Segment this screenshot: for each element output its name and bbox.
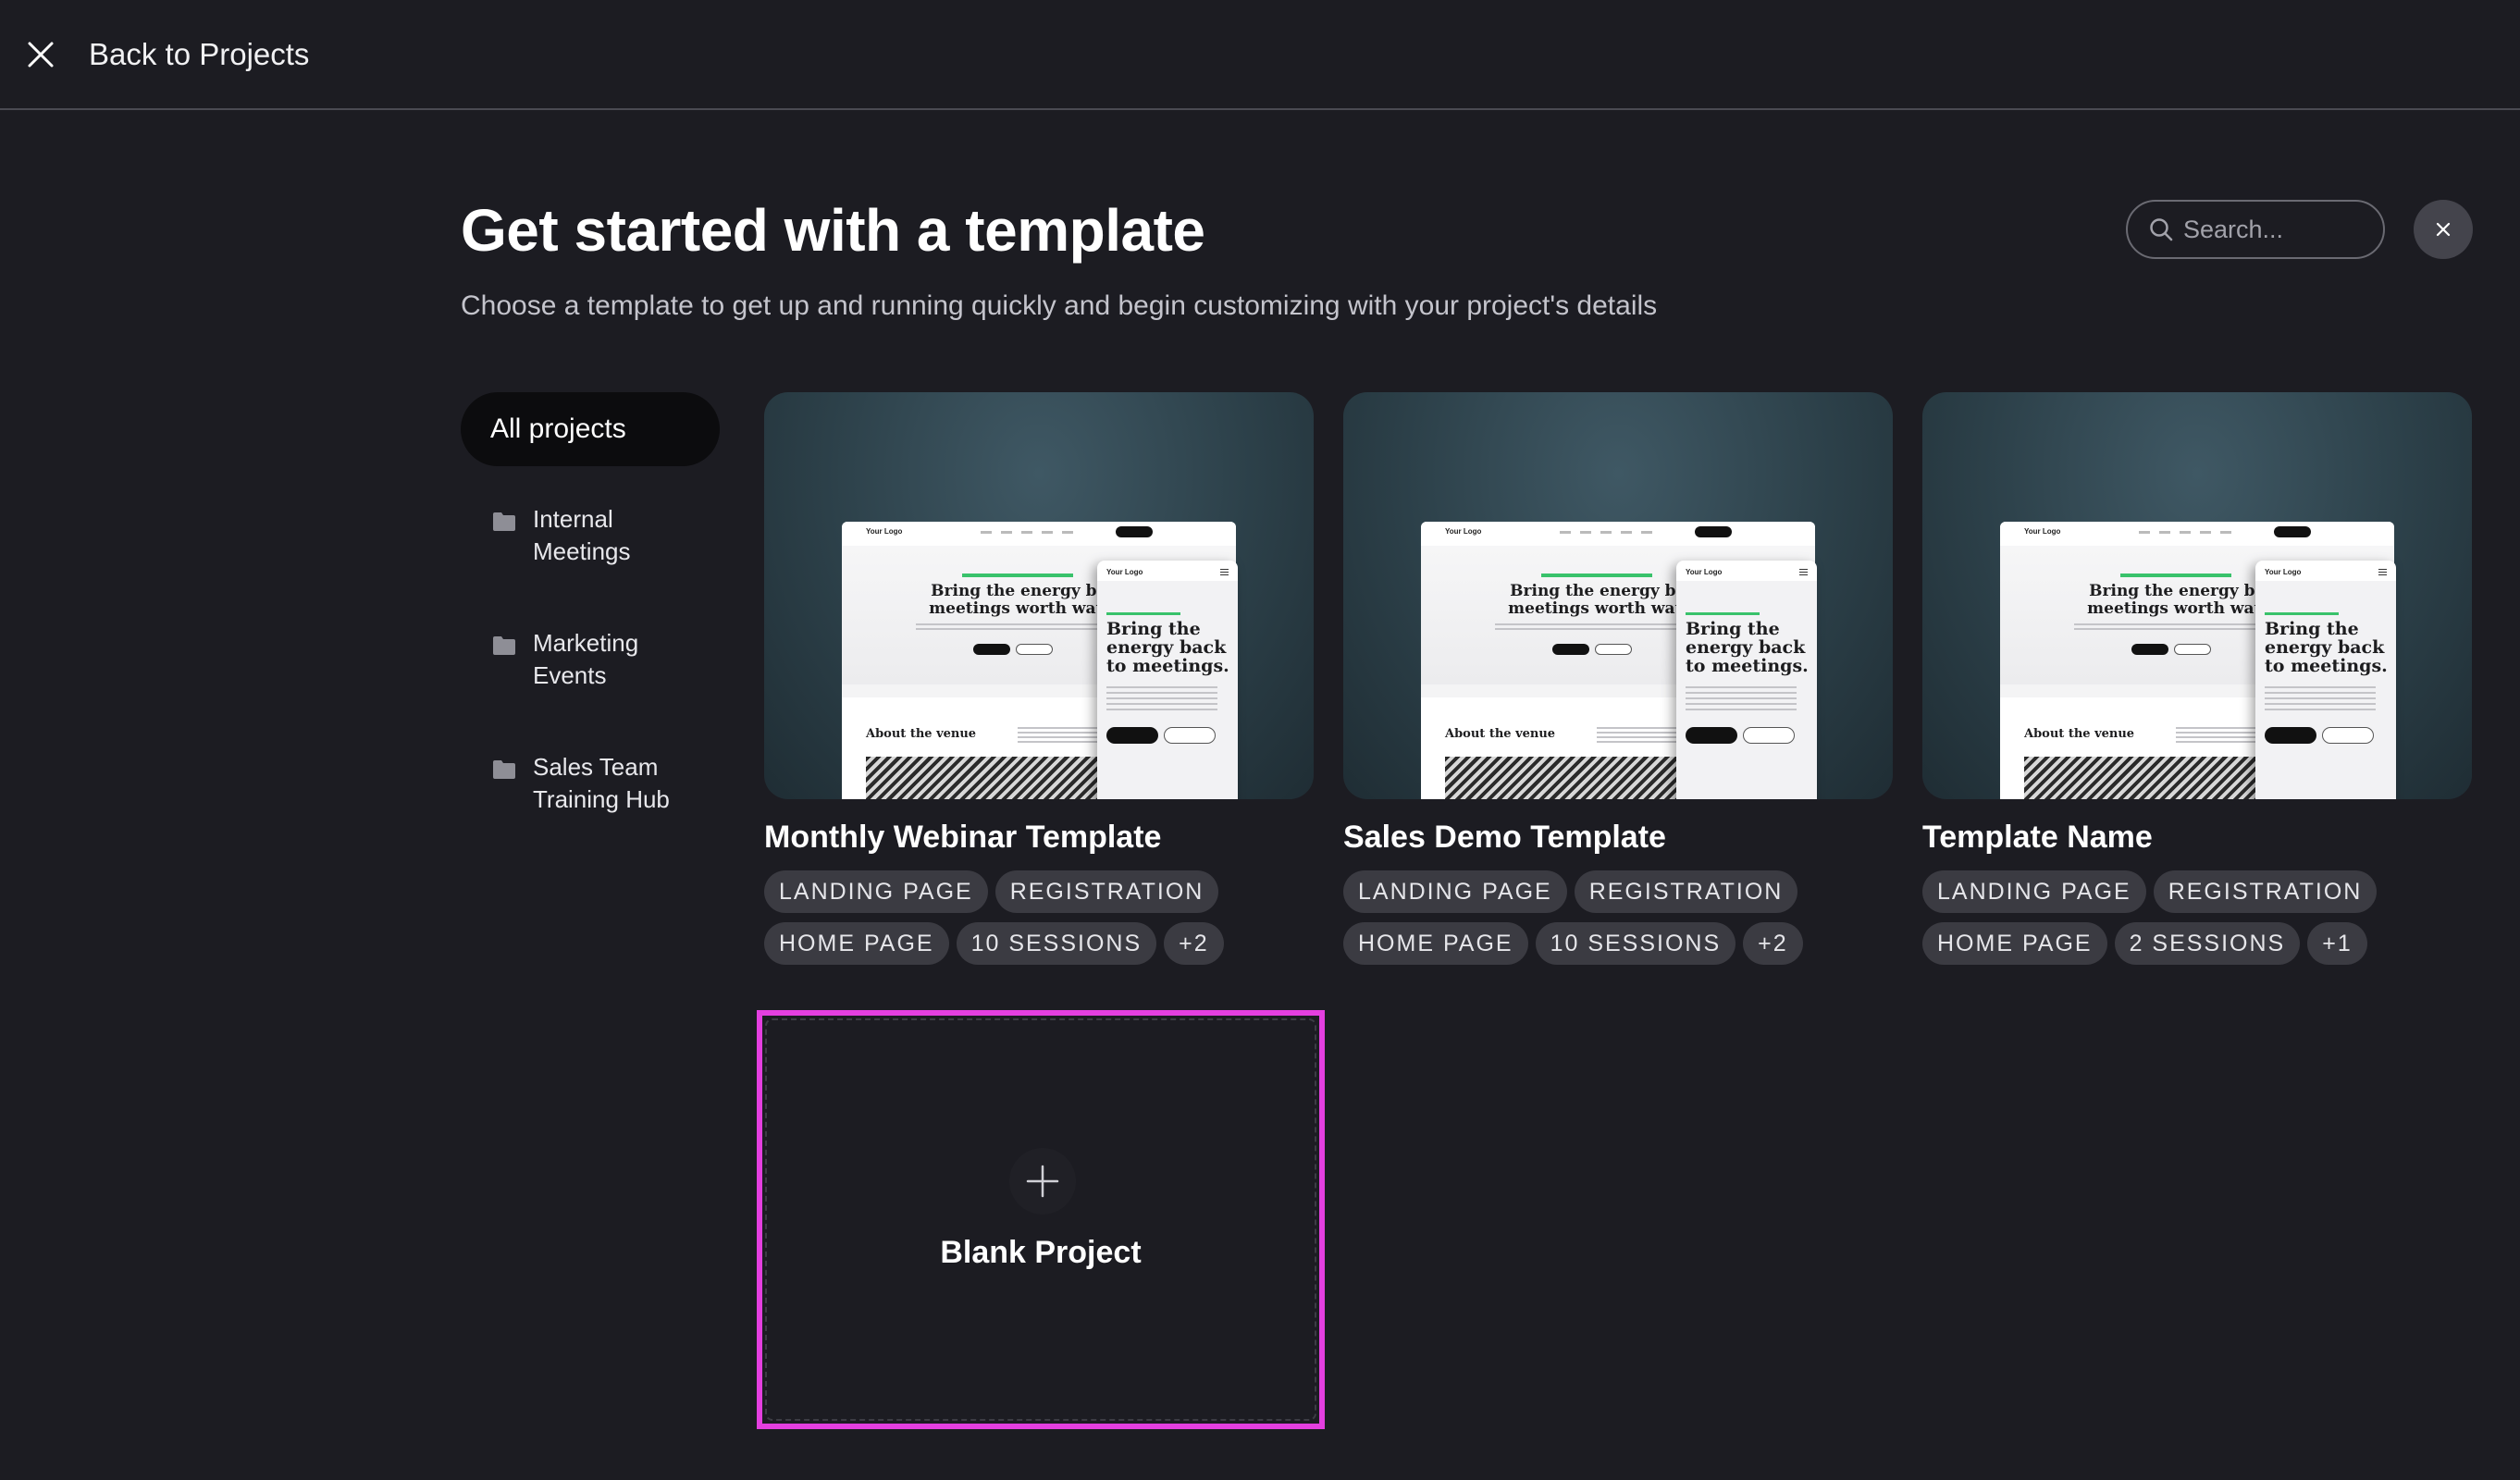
preview-logo: Your Logo [866,527,903,536]
menu-icon [1799,569,1808,575]
tag: LANDING PAGE [1922,870,2146,913]
template-title: Monthly Webinar Template [764,820,1162,855]
search-input[interactable] [2183,215,2368,244]
template-title: Sales Demo Template [1343,820,1666,855]
close-icon [2436,222,2451,237]
preview-logo: Your Logo [2024,527,2061,536]
back-to-projects-button[interactable]: Back to Projects [26,37,309,72]
preview-section-heading: About the venue [2024,727,2135,741]
menu-icon [2378,569,2387,575]
top-bar: Back to Projects [0,0,2520,110]
tag: LANDING PAGE [1343,870,1567,913]
clear-search-button[interactable] [2414,200,2473,259]
tag-more[interactable]: +2 [1164,922,1224,965]
blank-project-dropzone: Blank Project [765,1018,1316,1421]
mobile-preview: Your Logo Bring the energy back to meeti… [2255,561,2396,799]
sidebar-item-internal-meetings[interactable]: Internal Meetings [492,503,709,568]
sidebar: All projects Internal Meetings Marketing… [461,392,720,813]
preview-section-heading: About the venue [1445,727,1556,741]
sidebar-item-sales-team-training-hub[interactable]: Sales Team Training Hub [492,751,709,816]
sidebar-item-label: Internal Meetings [533,505,631,565]
tag: LANDING PAGE [764,870,988,913]
close-icon [28,42,54,67]
sidebar-item-marketing-events[interactable]: Marketing Events [492,627,709,692]
preview-logo: Your Logo [2265,568,2302,576]
add-button[interactable] [1009,1148,1076,1215]
page-subtitle: Choose a template to get up and running … [461,290,1658,321]
preview-logo: Your Logo [1445,527,1482,536]
menu-icon [1220,569,1229,575]
tag: REGISTRATION [994,870,1219,913]
template-thumbnail[interactable]: Your Logo Bring the energy back to meeti… [1922,392,2472,799]
folder-icon [493,636,515,655]
template-card[interactable]: Your Logo Bring the energy back to meeti… [1343,392,1893,965]
folder-icon [493,512,515,531]
tag-list: LANDING PAGE REGISTRATION HOME PAGE 10 S… [764,870,1282,965]
tag: 10 SESSIONS [1535,922,1736,965]
folder-icon [493,760,515,779]
preview-image [1445,757,1686,799]
tag: REGISTRATION [2153,870,2378,913]
sidebar-item-label: Marketing Events [533,629,639,689]
tag-more[interactable]: +2 [1743,922,1803,965]
tag: 10 SESSIONS [956,922,1157,965]
template-card[interactable]: Your Logo Bring the energy back to meeti… [764,392,1314,965]
search-box[interactable] [2126,200,2385,259]
plus-icon [1026,1165,1059,1198]
preview-image [866,757,1106,799]
page-title: Get started with a template [461,197,1205,264]
tag-more[interactable]: +1 [2307,922,2367,965]
blank-project-label: Blank Project [940,1235,1142,1270]
preview-section-heading: About the venue [866,727,977,741]
preview-logo: Your Logo [1106,568,1143,576]
tag: 2 SESSIONS [2114,922,2301,965]
tag-list: LANDING PAGE REGISTRATION HOME PAGE 2 SE… [1922,870,2440,965]
preview-headline: Bring the energy back to meetings. [2265,619,2388,676]
sidebar-item-all-projects[interactable]: All projects [461,392,720,466]
sidebar-item-label: Sales Team Training Hub [533,753,670,813]
preview-headline: Bring the energy back to meetings. [1106,619,1229,676]
template-card[interactable]: Your Logo Bring the energy back to meeti… [1922,392,2472,965]
preview-logo: Your Logo [1686,568,1723,576]
mobile-preview: Your Logo Bring the energy back to meeti… [1097,561,1238,799]
tag-list: LANDING PAGE REGISTRATION HOME PAGE 10 S… [1343,870,1861,965]
template-thumbnail[interactable]: Your Logo Bring the energy back to meeti… [764,392,1314,799]
tag: HOME PAGE [1343,922,1528,965]
tag: REGISTRATION [1574,870,1798,913]
search-icon [2150,218,2173,241]
blank-project-card[interactable]: Blank Project [757,1010,1325,1429]
mobile-preview: Your Logo Bring the energy back to meeti… [1676,561,1817,799]
template-thumbnail[interactable]: Your Logo Bring the energy back to meeti… [1343,392,1893,799]
template-title: Template Name [1922,820,2153,855]
preview-headline: Bring the energy back to meetings. [1686,619,1809,676]
tag: HOME PAGE [1922,922,2107,965]
sidebar-item-label: All projects [490,413,626,444]
back-label: Back to Projects [89,36,310,71]
tag: HOME PAGE [764,922,949,965]
preview-image [2024,757,2265,799]
